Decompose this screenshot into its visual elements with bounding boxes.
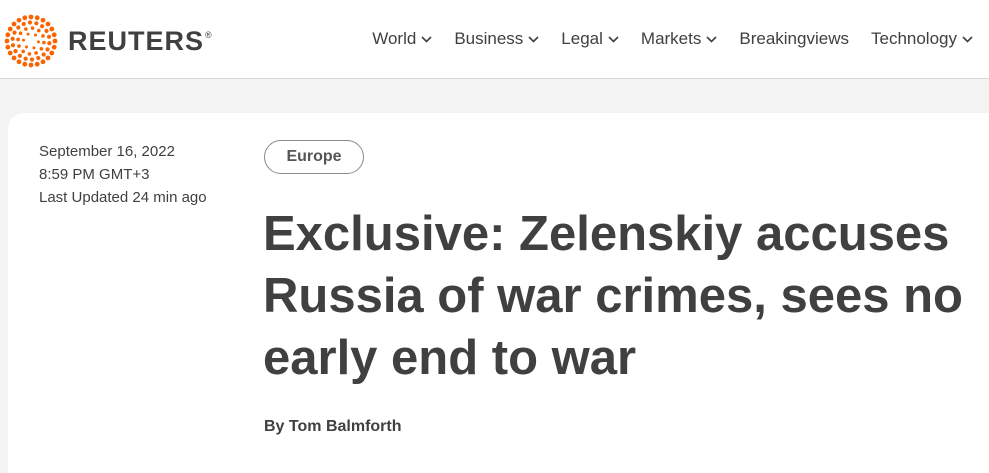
nav-technology-label: Technology <box>870 29 957 48</box>
article-headline: Exclusive: Zelenskiy accuses Russia of w… <box>263 207 963 385</box>
nav-breakingviews[interactable]: Breakingviews <box>739 29 849 49</box>
nav-legal[interactable]: Legal <box>561 29 619 49</box>
author-link[interactable]: Tom Balmforth <box>289 418 402 435</box>
section-tag-button[interactable]: Europe <box>264 140 364 174</box>
byline-prefix: By <box>264 418 285 435</box>
publish-time: 8:59 PM GMT+3 <box>39 166 150 183</box>
byline: By Tom Balmforth <box>264 418 402 436</box>
chevron-down-icon <box>962 35 973 43</box>
brand-wordmark: REUTERS® <box>68 25 213 56</box>
nav-legal-label: Legal <box>561 29 603 48</box>
main-nav: World Business Legal Markets Breakingvie… <box>372 0 989 78</box>
chevron-down-icon <box>706 35 717 43</box>
last-updated: Last Updated 24 min ago <box>39 189 207 206</box>
chevron-down-icon <box>608 35 619 43</box>
nav-markets-label: Markets <box>640 29 702 48</box>
nav-world-label: World <box>372 29 417 48</box>
article-meta: September 16, 2022 8:59 PM GMT+3 Last Up… <box>39 140 207 209</box>
nav-markets[interactable]: Markets <box>641 29 717 49</box>
publish-date: September 16, 2022 <box>39 143 175 160</box>
nav-breakingviews-label: Breakingviews <box>739 29 849 48</box>
nav-technology[interactable]: Technology <box>871 29 973 49</box>
nav-business-label: Business <box>454 29 524 48</box>
reuters-logo[interactable]: REUTERS® <box>4 14 213 68</box>
reuters-dots-icon <box>4 14 58 68</box>
site-header: REUTERS® World Business Legal Markets Br… <box>0 0 989 79</box>
nav-world[interactable]: World <box>372 29 432 49</box>
nav-business[interactable]: Business <box>454 29 539 49</box>
chevron-down-icon <box>421 35 432 43</box>
chevron-down-icon <box>528 35 539 43</box>
